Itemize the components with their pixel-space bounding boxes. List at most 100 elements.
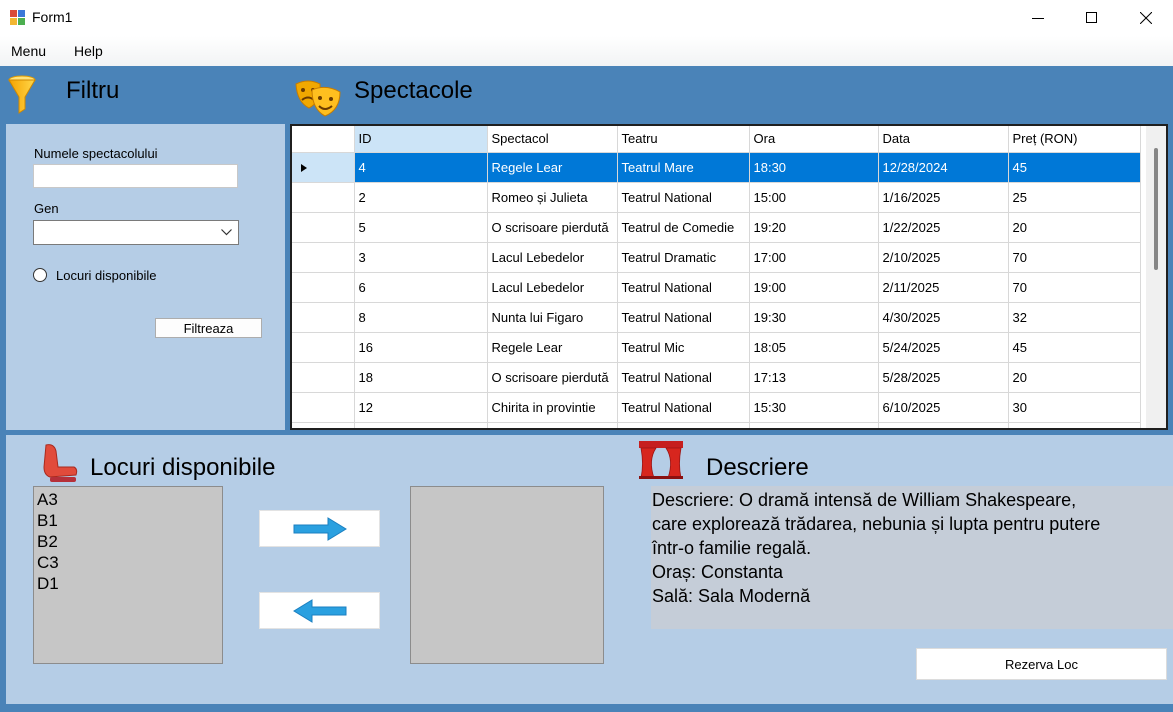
cell-theater[interactable]: Teatrul National: [617, 362, 750, 393]
cell-id[interactable]: 16: [354, 332, 488, 363]
cell-date[interactable]: 1/16/2025: [878, 182, 1009, 213]
cell-show[interactable]: Regele Lear: [487, 332, 618, 363]
row-header[interactable]: [292, 182, 355, 213]
cell-date[interactable]: 5/24/2025: [878, 332, 1009, 363]
cell-id[interactable]: 6: [354, 272, 488, 303]
cell-date[interactable]: 6/10/2025: [878, 392, 1009, 423]
cell-price[interactable]: 45: [1008, 152, 1141, 183]
list-item[interactable]: C3: [34, 552, 222, 573]
cell-time[interactable]: 19:20: [749, 212, 879, 243]
cell-id[interactable]: 5: [354, 212, 488, 243]
cell-id[interactable]: 18: [354, 362, 488, 393]
table-row[interactable]: 6 Lacul Lebedelor Teatrul National 19:00 2/1…: [292, 272, 1141, 303]
table-row[interactable]: 16 Regele Lear Teatrul Mic 18:05 5/24/2025 45: [292, 332, 1141, 363]
cell-time[interactable]: 19:00: [749, 272, 879, 303]
cell-theater[interactable]: Teatrul National: [617, 302, 750, 333]
column-header-price[interactable]: Preț (RON): [1008, 126, 1141, 153]
table-row[interactable]: 5O scrisoare pierdută Teatrul de Comedie 1…: [292, 212, 1141, 243]
cell-show[interactable]: Romeo și Julieta: [487, 182, 618, 213]
cell-empty[interactable]: [487, 422, 618, 428]
cell-empty[interactable]: [749, 422, 879, 428]
cell-show[interactable]: Lacul Lebedelor: [487, 272, 618, 303]
cell-show[interactable]: Regele Lear: [487, 152, 618, 183]
column-header-time[interactable]: Ora: [749, 126, 879, 153]
cell-price[interactable]: 32: [1008, 302, 1141, 333]
cell-date[interactable]: 2/11/2025: [878, 272, 1009, 303]
cell-price[interactable]: 20: [1008, 212, 1141, 243]
shows-grid[interactable]: ID Spectacol Teatru Ora Data Preț (RON) …: [290, 124, 1168, 430]
list-item[interactable]: B2: [34, 531, 222, 552]
cell-empty[interactable]: [617, 422, 750, 428]
column-header-show[interactable]: Spectacol: [487, 126, 618, 153]
table-row[interactable]: 2 Romeo și Julieta Teatrul National 15:00 1/…: [292, 182, 1141, 213]
cell-date[interactable]: 5/28/2025: [878, 362, 1009, 393]
cell-time[interactable]: 18:05: [749, 332, 879, 363]
cell-id[interactable]: 8: [354, 302, 488, 333]
cell-theater[interactable]: Teatrul Mare: [617, 152, 750, 183]
cell-id[interactable]: 12: [354, 392, 488, 423]
show-name-input[interactable]: [33, 164, 238, 188]
grid-corner[interactable]: [292, 126, 355, 153]
cell-empty[interactable]: [878, 422, 1009, 428]
reserve-seat-button[interactable]: Rezerva Loc: [916, 648, 1167, 680]
minimize-button[interactable]: [1011, 0, 1065, 36]
cell-time[interactable]: 15:00: [749, 182, 879, 213]
cell-show[interactable]: O scrisoare pierdută: [487, 212, 618, 243]
cell-id[interactable]: 3: [354, 242, 488, 273]
cell-theater[interactable]: Teatrul Mic: [617, 332, 750, 363]
cell-price[interactable]: 30: [1008, 392, 1141, 423]
cell-theater[interactable]: Teatrul de Comedie: [617, 212, 750, 243]
cell-price[interactable]: 25: [1008, 182, 1141, 213]
available-seats-radio[interactable]: [33, 268, 47, 282]
cell-price[interactable]: 45: [1008, 332, 1141, 363]
row-header[interactable]: [292, 242, 355, 273]
cell-date[interactable]: 12/28/2024: [878, 152, 1009, 183]
table-row[interactable]: 8 Nunta lui Figaro Teatrul National 19:30 4/…: [292, 302, 1141, 333]
menu-item-help[interactable]: Help: [74, 43, 103, 59]
list-item[interactable]: D1: [34, 573, 222, 594]
cell-show[interactable]: O scrisoare pierdută: [487, 362, 618, 393]
cell-time[interactable]: 18:30: [749, 152, 879, 183]
row-header[interactable]: [292, 332, 355, 363]
cell-date[interactable]: 2/10/2025: [878, 242, 1009, 273]
table-row[interactable]: [292, 422, 1141, 428]
cell-theater[interactable]: Teatrul National: [617, 182, 750, 213]
genre-select[interactable]: [33, 220, 239, 245]
column-header-theater[interactable]: Teatru: [617, 126, 750, 153]
cell-date[interactable]: 1/22/2025: [878, 212, 1009, 243]
cell-empty[interactable]: [1008, 422, 1141, 428]
maximize-button[interactable]: [1065, 0, 1119, 36]
cell-show[interactable]: Chirita in provintie: [487, 392, 618, 423]
table-row[interactable]: 18 O scrisoare pierdută Teatrul National 17…: [292, 362, 1141, 393]
row-header[interactable]: [292, 362, 355, 393]
row-header[interactable]: [292, 302, 355, 333]
cell-time[interactable]: 15:30: [749, 392, 879, 423]
available-seats-list[interactable]: A3 B1 B2 C3 D1: [33, 486, 223, 664]
table-row[interactable]: 4 Regele Lear Teatrul Mare 18:30 12/28/2024 4…: [292, 152, 1141, 183]
grid-scrollbar[interactable]: [1146, 126, 1166, 428]
row-header[interactable]: [292, 272, 355, 303]
cell-show[interactable]: Nunta lui Figaro: [487, 302, 618, 333]
remove-seat-button[interactable]: [259, 592, 380, 629]
filter-button[interactable]: Filtreaza: [155, 318, 262, 338]
cell-id[interactable]: 4: [354, 152, 488, 183]
grid-scrollbar-thumb[interactable]: [1154, 148, 1158, 270]
column-header-date[interactable]: Data: [878, 126, 1009, 153]
cell-id[interactable]: 2: [354, 182, 488, 213]
cell-date[interactable]: 4/30/2025: [878, 302, 1009, 333]
close-button[interactable]: [1119, 0, 1173, 36]
row-header[interactable]: [292, 152, 355, 183]
row-header[interactable]: [292, 212, 355, 243]
table-row[interactable]: 12 Chirita in provintie Teatrul National 15…: [292, 392, 1141, 423]
menu-item-menu[interactable]: Menu: [11, 43, 46, 59]
cell-empty[interactable]: [354, 422, 488, 428]
cell-show[interactable]: Lacul Lebedelor: [487, 242, 618, 273]
row-header[interactable]: [292, 392, 355, 423]
add-seat-button[interactable]: [259, 510, 380, 547]
list-item[interactable]: B1: [34, 510, 222, 531]
selected-seats-list[interactable]: [410, 486, 604, 664]
cell-time[interactable]: 17:00: [749, 242, 879, 273]
row-header[interactable]: [292, 422, 355, 428]
cell-theater[interactable]: Teatrul Dramatic: [617, 242, 750, 273]
cell-price[interactable]: 70: [1008, 242, 1141, 273]
